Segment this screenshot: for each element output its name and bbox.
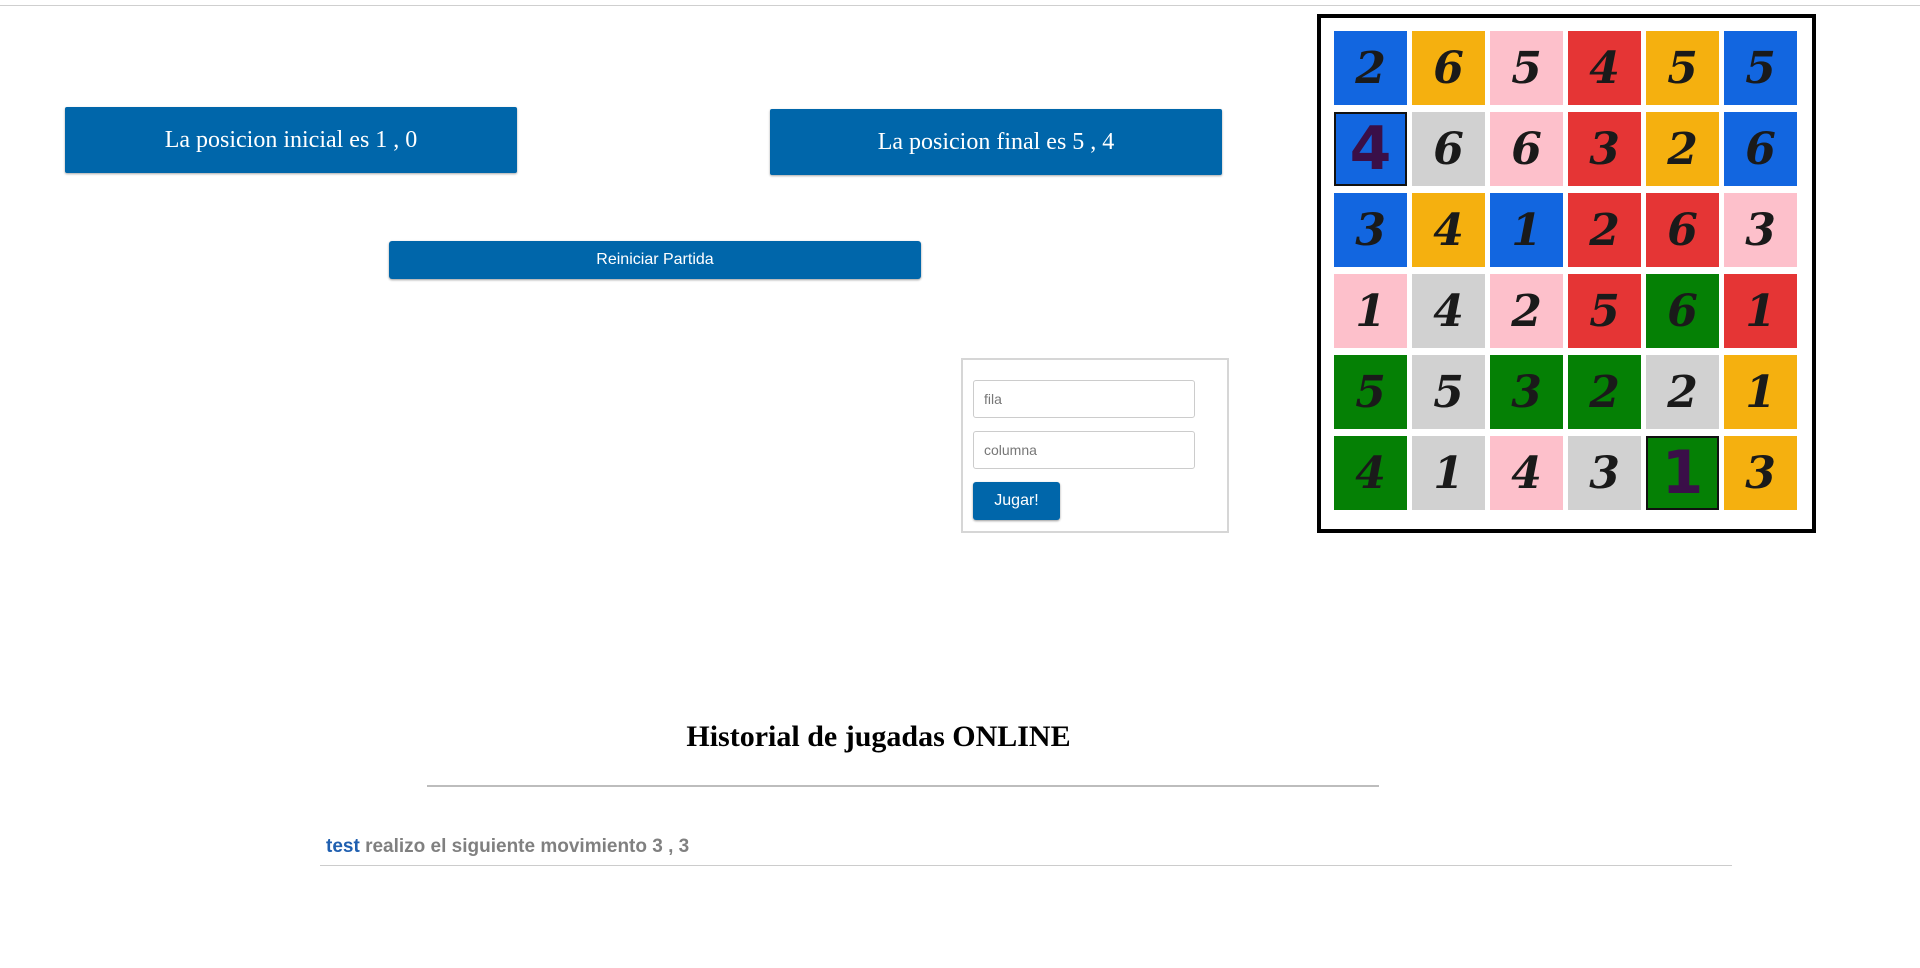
board-cell[interactable]: 2 [1568,355,1641,429]
board-cell[interactable]: 1 [1724,274,1797,348]
top-divider [0,5,1920,6]
board-cell[interactable]: 6 [1412,31,1485,105]
board-cell[interactable]: 4 [1490,436,1563,510]
board-cell[interactable]: 1 [1412,436,1485,510]
history-divider [427,785,1379,787]
board-cell[interactable]: 3 [1724,436,1797,510]
board-cell[interactable]: 2 [1334,31,1407,105]
board-cell[interactable]: 3 [1568,112,1641,186]
row-input[interactable] [973,380,1195,418]
board-cell[interactable]: 2 [1646,355,1719,429]
board-cell[interactable]: 1 [1724,355,1797,429]
board-cell[interactable]: 6 [1490,112,1563,186]
board-cell[interactable]: 5 [1490,31,1563,105]
board-cell[interactable]: 3 [1334,193,1407,267]
board-cell[interactable]: 4 [1412,274,1485,348]
board-cell[interactable]: 3 [1490,355,1563,429]
board-cell[interactable]: 2 [1568,193,1641,267]
board-cell[interactable]: 5 [1724,31,1797,105]
end-position-banner: La posicion final es 5 , 4 [770,109,1222,175]
start-position-banner: La posicion inicial es 1 , 0 [65,107,517,173]
board-cell[interactable]: 6 [1412,112,1485,186]
board-cell[interactable]: 3 [1568,436,1641,510]
board-cell[interactable]: 5 [1412,355,1485,429]
board-cell[interactable]: 2 [1646,112,1719,186]
board-cell[interactable]: 4 [1412,193,1485,267]
board-cell[interactable]: 1 [1646,436,1719,510]
move-form: Jugar! [961,358,1229,533]
board-cell[interactable]: 4 [1334,112,1407,186]
history-title: Historial de jugadas ONLINE [686,720,1071,753]
board-grid: 265455466326341263142561553221414313 [1334,31,1797,510]
column-input[interactable] [973,431,1195,469]
board-cell[interactable]: 5 [1334,355,1407,429]
board-cell[interactable]: 6 [1724,112,1797,186]
board-cell[interactable]: 5 [1646,31,1719,105]
history-text: realizo el siguiente movimiento 3 , 3 [359,836,690,857]
board-cell[interactable]: 4 [1568,31,1641,105]
game-board: 265455466326341263142561553221414313 [1317,14,1816,533]
reset-game-button[interactable]: Reiniciar Partida [389,241,921,279]
board-cell[interactable]: 5 [1568,274,1641,348]
board-cell[interactable]: 1 [1334,274,1407,348]
board-cell[interactable]: 6 [1646,193,1719,267]
board-cell[interactable]: 1 [1490,193,1563,267]
board-cell[interactable]: 2 [1490,274,1563,348]
history-entry: test realizo el siguiente movimiento 3 ,… [320,836,1732,866]
history-user: test [326,836,360,857]
play-button[interactable]: Jugar! [973,482,1060,520]
board-cell[interactable]: 3 [1724,193,1797,267]
board-cell[interactable]: 4 [1334,436,1407,510]
board-cell[interactable]: 6 [1646,274,1719,348]
